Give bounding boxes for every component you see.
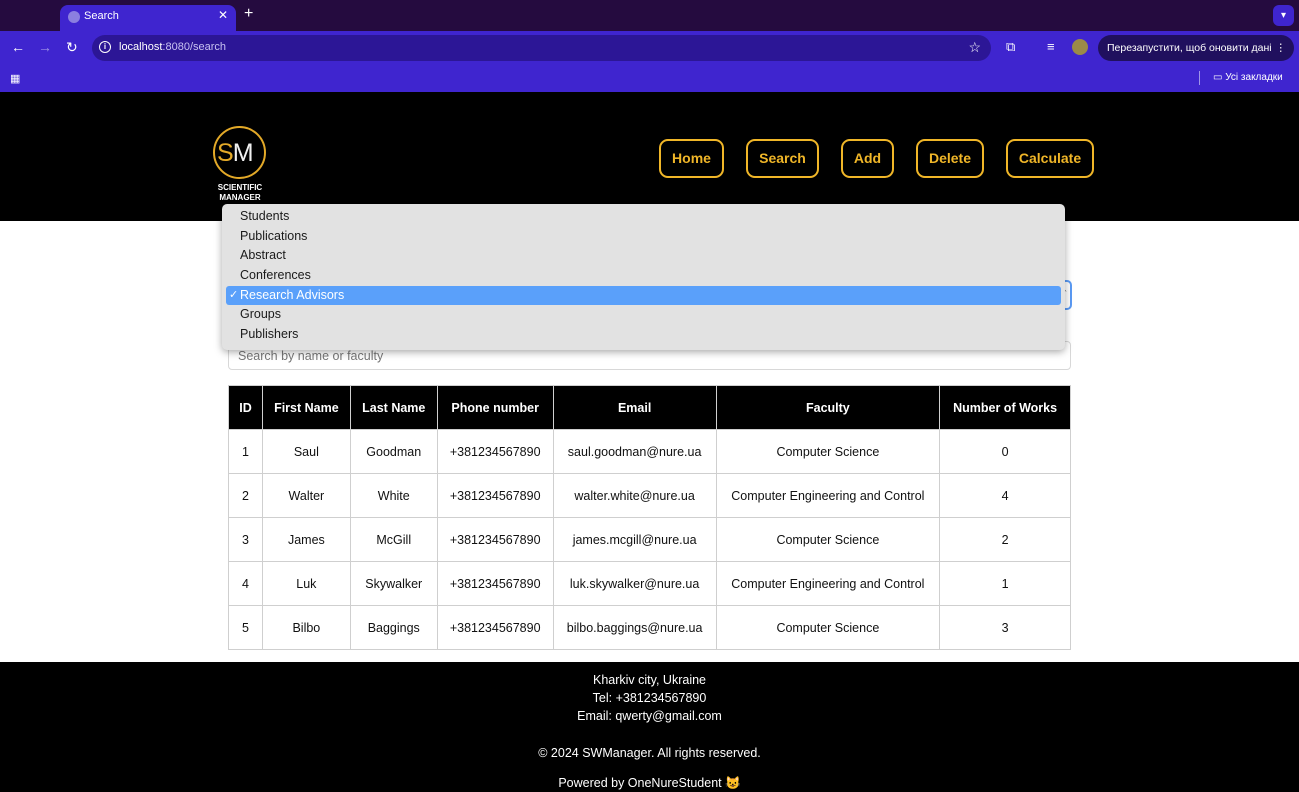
site-header: SM SCIENTIFIC MANAGER Home Search Add De…	[0, 92, 1299, 221]
dropdown-option-abstract[interactable]: Abstract	[226, 246, 1061, 266]
cell-faculty: Computer Engineering and Control	[715, 561, 941, 606]
cell-phone: +381234567890	[436, 473, 554, 518]
column-header-works: Number of Works	[939, 385, 1071, 430]
address-bar[interactable]: i localhost:8080/search ☆	[92, 35, 991, 61]
cell-first-name: Saul	[261, 429, 351, 474]
cell-last-name: Baggings	[349, 605, 438, 650]
cell-faculty: Computer Science	[715, 605, 941, 650]
cell-works: 0	[939, 429, 1071, 474]
cell-first-name: Walter	[261, 473, 351, 518]
column-header-email: Email	[552, 385, 717, 430]
cell-first-name: James	[261, 517, 351, 562]
cell-id: 1	[228, 429, 263, 474]
category-dropdown-menu: Students Publications Abstract Conferenc…	[222, 204, 1065, 350]
all-bookmarks-folder[interactable]: ▭ Усі закладки	[1213, 72, 1283, 83]
nav-home-button[interactable]: Home	[659, 139, 724, 178]
footer-powered-by: Powered by OneNureStudent 😺	[558, 776, 741, 790]
chevron-down-icon[interactable]: ▾	[1273, 5, 1294, 26]
cell-id: 4	[228, 561, 263, 606]
column-header-id: ID	[228, 385, 263, 430]
profile-avatar[interactable]	[1072, 39, 1088, 55]
table-row: 5 Bilbo Baggings +381234567890 bilbo.bag…	[228, 605, 1071, 650]
footer-city: Kharkiv city, Ukraine	[593, 673, 706, 687]
footer-copyright: © 2024 SWManager. All rights reserved.	[538, 746, 761, 760]
forward-arrow-icon[interactable]: →	[38, 39, 52, 55]
extensions-icon[interactable]: ⧉	[1006, 39, 1015, 55]
globe-icon	[68, 11, 80, 23]
logo-wordmark: SCIENTIFIC MANAGER	[217, 183, 263, 202]
research-advisors-table: ID First Name Last Name Phone number Ema…	[228, 385, 1071, 650]
reload-icon[interactable]: ↻	[66, 39, 78, 55]
cell-last-name: Skywalker	[349, 561, 438, 606]
restart-update-button[interactable]: Перезапустити, щоб оновити дані ⋮	[1098, 35, 1294, 61]
dropdown-option-publishers[interactable]: Publishers	[226, 325, 1061, 345]
cell-email: james.mcgill@nure.ua	[552, 517, 717, 562]
dropdown-option-research-advisors[interactable]: ✓ Research Advisors	[226, 285, 1061, 306]
table-header-row: ID First Name Last Name Phone number Ema…	[228, 385, 1071, 430]
cell-email: walter.white@nure.ua	[552, 473, 717, 518]
apps-grid-icon[interactable]: ▦	[10, 72, 20, 85]
cell-email: bilbo.baggings@nure.ua	[552, 605, 717, 650]
cell-works: 4	[939, 473, 1071, 518]
bookmark-star-icon[interactable]: ☆	[968, 39, 981, 56]
column-header-first-name: First Name	[261, 385, 351, 430]
cell-phone: +381234567890	[436, 429, 554, 474]
dropdown-option-publications[interactable]: Publications	[226, 227, 1061, 247]
browser-tab-search[interactable]: Search ✕	[60, 5, 236, 31]
dropdown-option-students[interactable]: Students	[226, 207, 1061, 227]
site-footer: Kharkiv city, Ukraine Tel: +381234567890…	[0, 662, 1299, 792]
browser-toolbar: ← → ↻ i localhost:8080/search ☆ ⧉ ≡ Пере…	[0, 31, 1299, 65]
cell-works: 2	[939, 517, 1071, 562]
scientific-manager-logo[interactable]: SM SCIENTIFIC MANAGER	[212, 126, 268, 206]
nav-calculate-button[interactable]: Calculate	[1006, 139, 1094, 178]
checkmark-icon: ✓	[229, 288, 239, 301]
cell-phone: +381234567890	[436, 561, 554, 606]
nav-search-button[interactable]: Search	[746, 139, 819, 178]
column-header-faculty: Faculty	[715, 385, 941, 430]
cell-email: luk.skywalker@nure.ua	[552, 561, 717, 606]
cell-id: 2	[228, 473, 263, 518]
cell-first-name: Bilbo	[261, 605, 351, 650]
cell-last-name: Goodman	[349, 429, 438, 474]
cell-last-name: McGill	[349, 517, 438, 562]
tab-title: Search	[84, 10, 119, 22]
cell-faculty: Computer Science	[715, 429, 941, 474]
reading-list-icon[interactable]: ≡	[1047, 39, 1055, 55]
footer-email: Email: qwerty@gmail.com	[577, 709, 722, 723]
cell-faculty: Computer Engineering and Control	[715, 473, 941, 518]
cell-email: saul.goodman@nure.ua	[552, 429, 717, 474]
nav-add-button[interactable]: Add	[841, 139, 894, 178]
close-icon[interactable]: ✕	[218, 8, 228, 22]
cell-works: 1	[939, 561, 1071, 606]
logo-monogram: SM	[217, 139, 254, 167]
site-info-icon[interactable]: i	[99, 41, 111, 53]
cell-phone: +381234567890	[436, 517, 554, 562]
column-header-phone: Phone number	[436, 385, 554, 430]
cell-works: 3	[939, 605, 1071, 650]
nav-delete-button[interactable]: Delete	[916, 139, 984, 178]
cell-phone: +381234567890	[436, 605, 554, 650]
bookmarks-divider	[1199, 71, 1200, 85]
cell-id: 3	[228, 517, 263, 562]
table-row: 3 James McGill +381234567890 james.mcgil…	[228, 517, 1071, 562]
column-header-last-name: Last Name	[349, 385, 438, 430]
table-row: 1 Saul Goodman +381234567890 saul.goodma…	[228, 429, 1071, 474]
dropdown-option-groups[interactable]: Groups	[226, 305, 1061, 325]
table-row: 4 Luk Skywalker +381234567890 luk.skywal…	[228, 561, 1071, 606]
cell-last-name: White	[349, 473, 438, 518]
new-tab-button[interactable]: +	[244, 6, 253, 22]
more-vertical-icon[interactable]: ⋮	[1276, 35, 1287, 61]
table-row: 2 Walter White +381234567890 walter.whit…	[228, 473, 1071, 518]
browser-tabstrip: Search ✕ + ▾	[0, 0, 1299, 31]
back-arrow-icon[interactable]: ←	[11, 39, 25, 55]
folder-icon: ▭	[1213, 72, 1223, 83]
url-text[interactable]: localhost:8080/search	[119, 41, 226, 53]
cell-id: 5	[228, 605, 263, 650]
dropdown-option-conferences[interactable]: Conferences	[226, 266, 1061, 286]
footer-phone: Tel: +381234567890	[592, 691, 707, 705]
bookmarks-bar: ▦ ▭ Усі закладки	[0, 65, 1299, 92]
cell-faculty: Computer Science	[715, 517, 941, 562]
cell-first-name: Luk	[261, 561, 351, 606]
